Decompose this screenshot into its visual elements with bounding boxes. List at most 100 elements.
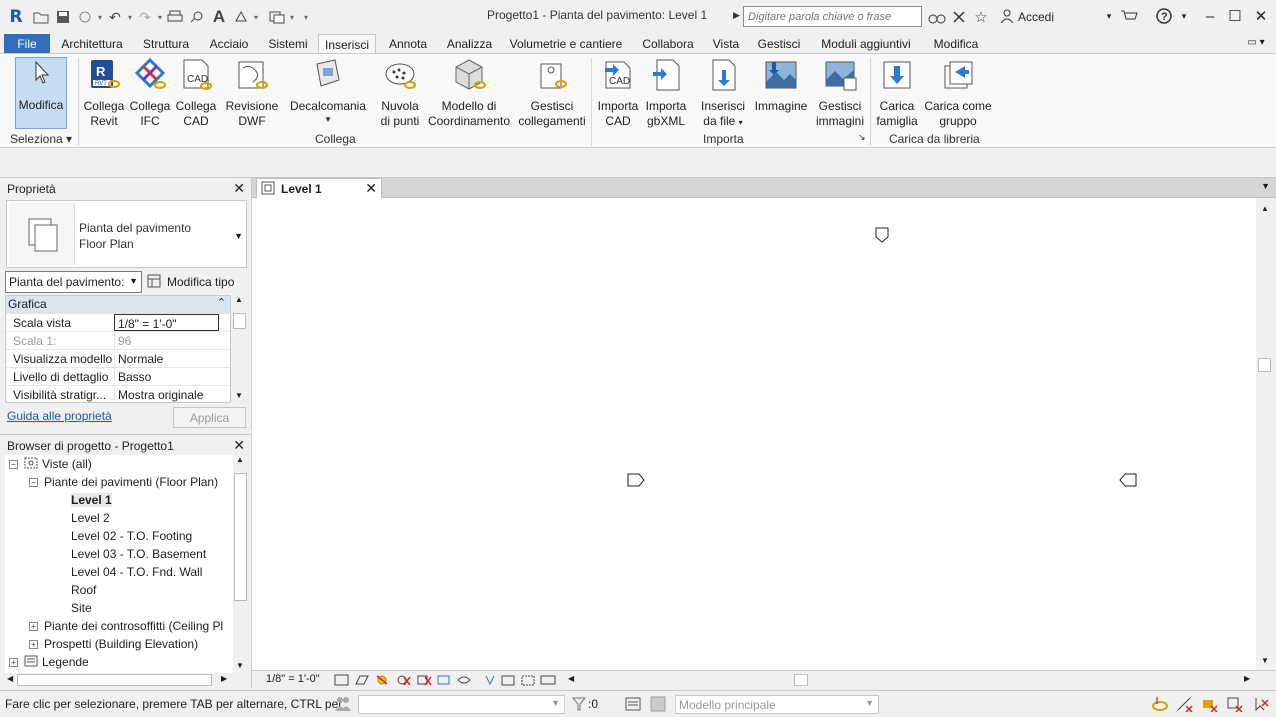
type-selector-dropdown-icon[interactable]: ▼ <box>234 231 243 241</box>
tab-architettura[interactable]: Architettura <box>55 34 129 54</box>
manage-links-button[interactable]: Gestisci collegamenti <box>515 58 589 129</box>
binoculars-icon[interactable] <box>926 6 948 28</box>
constraints-icon[interactable] <box>540 673 556 687</box>
view-tabs-dropdown-icon[interactable]: ▼ <box>1261 181 1270 191</box>
collapse-icon[interactable]: − <box>29 477 38 487</box>
scroll-left-icon[interactable]: ◀ <box>7 674 13 683</box>
cart-icon[interactable] <box>1117 4 1141 28</box>
tab-file[interactable]: File <box>4 34 50 54</box>
design-options-icon[interactable] <box>625 696 641 715</box>
sync-dropdown-icon[interactable]: ▾ <box>96 13 104 22</box>
expand-search-icon[interactable]: ▶ <box>733 10 740 21</box>
measure-icon[interactable] <box>186 6 208 28</box>
expand-icon[interactable]: + <box>29 621 38 631</box>
dwf-markup-button[interactable]: Revisione DWF <box>222 58 282 129</box>
tree-node-level-2[interactable]: Level 2 <box>71 509 110 527</box>
analytical-model-icon[interactable] <box>520 673 536 687</box>
collapse-group-icon[interactable]: ⌃ <box>217 296 226 309</box>
drag-on-selection-icon[interactable] <box>1252 696 1270 715</box>
scroll-down-icon[interactable]: ▼ <box>235 391 243 400</box>
elevation-marker-east-icon[interactable] <box>1118 472 1138 491</box>
maximize-icon[interactable]: ☐ <box>1223 4 1247 28</box>
hscroll-left-icon[interactable]: ◀ <box>568 674 574 683</box>
ribbon-minimize-icon[interactable]: ▭ ▾ <box>1240 34 1272 54</box>
link-cad-button[interactable]: CAD Collega CAD <box>175 58 217 129</box>
browser-horizontal-scrollbar[interactable]: ◀ ▶ <box>5 673 233 687</box>
elevation-marker-west-icon[interactable] <box>626 472 646 491</box>
switch-windows-dropdown-icon[interactable]: ▾ <box>288 13 296 22</box>
tree-node-views[interactable]: − Viste (all) <box>9 455 92 473</box>
import-cad-button[interactable]: CAD Importa CAD <box>595 58 641 129</box>
visual-style-icon[interactable] <box>354 673 370 687</box>
tab-sistemi[interactable]: Sistemi <box>261 34 315 54</box>
canvas-vertical-scrollbar[interactable]: ▲ ▼ <box>1256 198 1276 670</box>
scroll-down-icon[interactable]: ▼ <box>1261 656 1269 665</box>
hscroll-right-icon[interactable]: ▶ <box>1244 674 1250 683</box>
print-icon[interactable] <box>164 6 186 28</box>
revit-logo-icon[interactable]: R <box>6 6 26 28</box>
decal-dropdown-icon[interactable]: ▾ <box>326 114 331 124</box>
properties-help-link[interactable]: Guida alle proprietà <box>7 409 112 423</box>
link-revit-button[interactable]: R RVT Collega Revit <box>83 58 125 129</box>
link-ifc-button[interactable]: Collega IFC <box>129 57 171 129</box>
image-button[interactable]: Immagine <box>752 58 810 114</box>
editable-only-icon[interactable] <box>650 696 666 715</box>
tab-analizza[interactable]: Analizza <box>441 34 498 54</box>
customize-qat-icon[interactable]: ▾ <box>302 13 310 22</box>
load-as-group-button[interactable]: Carica come gruppo <box>923 58 993 129</box>
detail-level-icon[interactable] <box>334 673 350 687</box>
sync-icon[interactable] <box>74 6 96 28</box>
select-links-icon[interactable] <box>1151 696 1169 715</box>
property-row[interactable]: Visibilità stratigr... Mostra originale <box>6 385 230 403</box>
view-scale-control[interactable]: 1/8" = 1'-0" <box>266 673 320 685</box>
point-cloud-button[interactable]: Nuvola di punti <box>375 58 425 129</box>
undo-icon[interactable]: ↶ <box>104 6 126 28</box>
browser-vertical-scrollbar[interactable]: ▲ ▼ <box>233 455 248 673</box>
edit-type-button[interactable]: Modifica tipo <box>147 272 234 292</box>
select-pinned-icon[interactable] <box>1201 696 1219 715</box>
insert-from-file-button[interactable]: Inserisci da file ▾ <box>698 58 748 130</box>
redo-icon[interactable]: ↷ <box>134 6 156 28</box>
close-window-icon[interactable]: ✕ <box>1249 4 1273 28</box>
tree-node-level-1[interactable]: Level 1 <box>71 491 112 509</box>
undo-dropdown-icon[interactable]: ▾ <box>126 13 134 22</box>
tree-node-roof[interactable]: Roof <box>71 581 96 599</box>
properties-scrollbar[interactable]: ▲ ▼ <box>232 295 247 403</box>
workset-selector[interactable]: ▼ <box>358 695 565 714</box>
tree-node-level-04[interactable]: Level 04 - T.O. Fnd. Wall <box>71 563 202 581</box>
select-panel-label[interactable]: Seleziona ▾ <box>10 132 72 146</box>
scroll-thumb[interactable] <box>234 473 247 601</box>
tree-node-ceiling-plans[interactable]: + Piante dei controsoffitti (Ceiling Pl <box>29 617 223 635</box>
expand-icon[interactable]: + <box>29 639 38 649</box>
tree-node-level-03[interactable]: Level 03 - T.O. Basement <box>71 545 206 563</box>
tab-collabora[interactable]: Collabora <box>637 34 699 54</box>
decal-button[interactable]: Decalcomania ▾ <box>288 58 368 124</box>
collapse-icon[interactable]: − <box>9 459 18 469</box>
apply-button[interactable]: Applica <box>173 407 246 428</box>
scroll-thumb[interactable] <box>1258 358 1271 372</box>
scroll-up-icon[interactable]: ▲ <box>235 295 243 304</box>
view-scale-field[interactable]: 1/8" = 1'-0" <box>114 314 219 331</box>
tab-inserisci[interactable]: Inserisci <box>318 34 376 54</box>
import-gbxml-button[interactable]: Importa gbXML <box>643 58 689 129</box>
temporary-hide-icon[interactable] <box>456 673 472 687</box>
3d-view-icon[interactable] <box>230 6 252 28</box>
scroll-up-icon[interactable]: ▲ <box>1261 204 1269 213</box>
drawing-canvas[interactable] <box>252 198 1256 670</box>
canvas-horizontal-scroll-thumb[interactable] <box>794 674 808 686</box>
close-browser-icon[interactable]: ✕ <box>233 437 245 454</box>
sun-path-icon[interactable] <box>374 673 390 687</box>
tree-node-site[interactable]: Site <box>71 599 92 617</box>
property-row[interactable]: Livello di dettaglio Basso <box>6 367 230 385</box>
load-family-button[interactable]: Carica famiglia <box>874 58 920 129</box>
design-option-selector[interactable]: Modello principale ▼ <box>675 695 879 714</box>
property-row[interactable]: Visualizza modello Normale <box>6 349 230 367</box>
type-selector[interactable]: Pianta del pavimento Floor Plan ▼ <box>6 200 247 268</box>
tree-node-floor-plans[interactable]: − Piante dei pavimenti (Floor Plan) <box>29 473 218 491</box>
properties-group-header[interactable]: Grafica ⌃ <box>6 296 230 313</box>
manage-images-button[interactable]: Gestisci immagini <box>813 58 867 129</box>
tab-gestisci[interactable]: Gestisci <box>753 34 805 54</box>
sign-in[interactable]: Accedi <box>1000 6 1054 28</box>
show-crop-region-icon[interactable] <box>436 673 452 687</box>
tree-node-legends[interactable]: + Legende <box>9 653 89 671</box>
